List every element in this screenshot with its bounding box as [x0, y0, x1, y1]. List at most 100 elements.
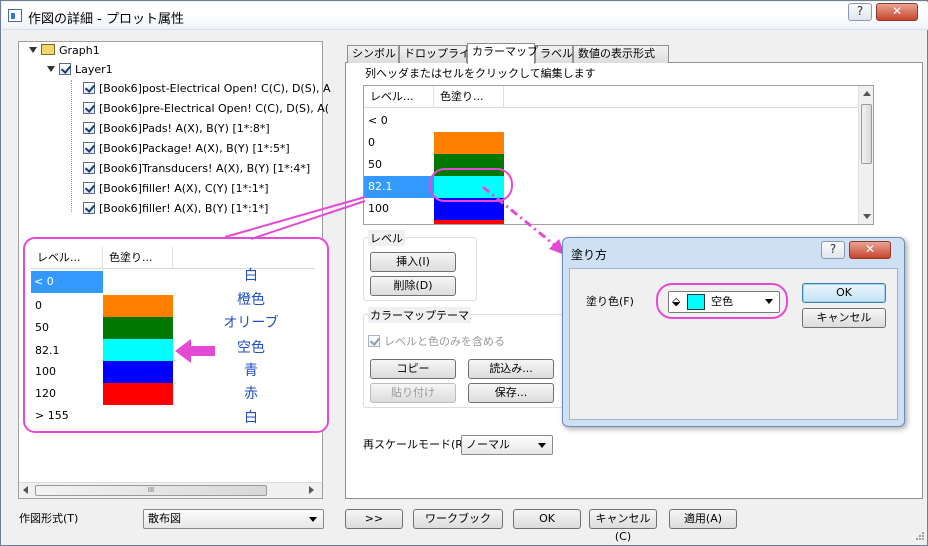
- zoom-level-cell[interactable]: 100: [31, 361, 56, 383]
- rescale-mode-select[interactable]: ノーマル: [461, 435, 553, 455]
- plot-type-label: 作図形式(T): [19, 512, 79, 525]
- fill-dialog-cancel-button[interactable]: キャンセル: [802, 308, 886, 328]
- tree-item[interactable]: [Book6]post-Electrical Open! C(C), D(S),…: [83, 82, 331, 100]
- zoom-fill-swatch-skyblue[interactable]: [103, 339, 173, 361]
- zoom-fill-swatch-orange[interactable]: [103, 295, 173, 317]
- zoom-level-cell[interactable]: > 155: [31, 405, 69, 427]
- plot-type-select[interactable]: 散布図: [143, 509, 324, 529]
- tab-label[interactable]: ラベル: [535, 45, 573, 63]
- colormap-grid: レベル... 色塗り... < 0 0 50 82.1 100: [363, 85, 874, 225]
- app-icon: [8, 9, 22, 22]
- colormap-hint: 列ヘッダまたはセルをクリックして編集します: [365, 67, 596, 80]
- scroll-up-icon[interactable]: [863, 91, 871, 96]
- colormap-theme-label: カラーマップテーマ: [368, 307, 471, 323]
- cancel-button[interactable]: キャンセル(C): [589, 509, 657, 543]
- fill-dialog-help-button[interactable]: ?: [821, 241, 845, 259]
- resize-grip-icon[interactable]: [913, 531, 925, 543]
- tree-hscroll-thumb[interactable]: III: [35, 485, 267, 496]
- fill-dialog-close-button[interactable]: ✕: [849, 241, 891, 259]
- zoom-level-cell[interactable]: 82.1: [31, 340, 60, 362]
- tree-hscrollbar[interactable]: III: [19, 482, 322, 498]
- plot-details-window: 作図の詳細 - プロット属性 ? ✕ Graph1 Layer1 [Book6]…: [0, 0, 928, 546]
- tab-symbol[interactable]: シンボル: [347, 45, 399, 63]
- zoom-fill-swatch-blue[interactable]: [103, 361, 173, 383]
- title-bar: 作図の詳細 - プロット属性 ? ✕: [2, 2, 928, 30]
- color-name-skyblue: 空色: [237, 340, 265, 356]
- zoom-fill-swatch-olive[interactable]: [103, 317, 173, 339]
- zoom-fill-swatch-red[interactable]: [103, 383, 173, 405]
- plot-checkbox[interactable]: [83, 182, 95, 194]
- zoom-level-cell[interactable]: 50: [31, 317, 49, 339]
- fill-color-select[interactable]: ⬙ 空色: [668, 291, 780, 313]
- plot-checkbox[interactable]: [83, 202, 95, 214]
- tab-number-format[interactable]: 数値の表示形式: [573, 45, 669, 63]
- scroll-right-icon[interactable]: [309, 486, 314, 494]
- help-button[interactable]: ?: [848, 3, 872, 21]
- colormap-vscroll-thumb[interactable]: [861, 104, 872, 164]
- tree-root-label: Graph1: [59, 44, 100, 57]
- colormap-grid-header: レベル... 色塗り...: [364, 86, 858, 108]
- workbook-button[interactable]: ワークブック: [413, 509, 503, 529]
- colormap-header-level[interactable]: レベル...: [364, 86, 434, 108]
- fill-dialog-ok-button[interactable]: OK: [802, 283, 886, 303]
- scroll-down-icon[interactable]: [863, 214, 871, 219]
- layer-checkbox[interactable]: [59, 63, 71, 75]
- delete-button[interactable]: 削除(D): [370, 276, 456, 296]
- dropdown-arrow-icon: [309, 517, 317, 522]
- fill-dialog-body: 塗り色(F) ⬙ 空色 OK キャンセル: [569, 268, 898, 420]
- colormap-level-cell[interactable]: 50: [364, 154, 382, 176]
- only-levels-colors-option[interactable]: レベルと色のみを含める: [368, 333, 505, 349]
- collapse-icon[interactable]: [29, 47, 37, 53]
- colormap-level-cell-selected[interactable]: 82.1: [364, 176, 434, 198]
- zoom-header-level[interactable]: レベル...: [31, 247, 103, 269]
- tree-connector: [71, 80, 72, 212]
- collapse-icon[interactable]: [47, 66, 55, 72]
- colormap-level-cell[interactable]: < 0: [364, 110, 388, 132]
- pink-arrow-icon: [175, 339, 215, 363]
- ok-button[interactable]: OK: [513, 509, 581, 529]
- color-name-orange: 橙色: [237, 292, 265, 308]
- insert-button[interactable]: 挿入(I): [370, 252, 456, 272]
- colormap-fill-orange[interactable]: [434, 132, 504, 154]
- close-button[interactable]: ✕: [876, 3, 918, 21]
- colormap-header-fill[interactable]: 色塗り...: [434, 86, 504, 108]
- colormap-level-cell[interactable]: 0: [364, 132, 375, 154]
- zoom-header-fill[interactable]: 色塗り...: [103, 247, 173, 269]
- only-levels-colors-checkbox[interactable]: [368, 335, 380, 347]
- more-button[interactable]: >>: [345, 509, 403, 529]
- zoom-level-cell[interactable]: 0: [31, 295, 42, 317]
- zoom-level-cell[interactable]: 120: [31, 383, 56, 405]
- tree-root[interactable]: Graph1: [29, 44, 100, 57]
- tree-item[interactable]: [Book6]Transducers! A(X), B(Y) [1*:4*]: [83, 162, 310, 180]
- save-button[interactable]: 保存...: [468, 383, 554, 403]
- plot-checkbox[interactable]: [83, 162, 95, 174]
- paste-button[interactable]: 貼り付け: [370, 383, 456, 403]
- plot-checkbox[interactable]: [83, 102, 95, 114]
- copy-button[interactable]: コピー: [370, 359, 456, 379]
- zoom-connector-lines: [221, 181, 367, 241]
- tree-item[interactable]: [Book6]Pads! A(X), B(Y) [1*:8*]: [83, 122, 270, 140]
- fill-color-label: 塗り色(F): [586, 295, 634, 308]
- tab-dropline[interactable]: ドロップライン: [399, 45, 481, 63]
- tree-item[interactable]: [Book6]Package! A(X), B(Y) [1*:5*]: [83, 142, 290, 160]
- plot-checkbox[interactable]: [83, 142, 95, 154]
- load-button[interactable]: 読込み...: [468, 359, 554, 379]
- tree-layer[interactable]: Layer1: [47, 63, 113, 76]
- zoom-callout: レベル... 色塗り... < 0 0 50 82.1 100 120 > 15…: [23, 237, 329, 433]
- color-name-olive: オリーブ: [223, 315, 279, 331]
- plot-checkbox[interactable]: [83, 82, 95, 94]
- plot-checkbox[interactable]: [83, 122, 95, 134]
- tree-item[interactable]: [Book6]pre-Electrical Open! C(C), D(S), …: [83, 102, 329, 120]
- folder-icon: [41, 44, 55, 55]
- colormap-vscrollbar[interactable]: [858, 86, 873, 224]
- tab-colormap[interactable]: カラーマップ: [467, 43, 538, 64]
- scroll-left-icon[interactable]: [23, 486, 28, 494]
- fill-color-swatch: [687, 294, 705, 310]
- color-name-red: 赤: [244, 386, 258, 402]
- fill-dialog-title: 塗り方: [571, 248, 608, 262]
- colormap-level-cell[interactable]: 100: [364, 198, 389, 220]
- zoom-level-cell-selected[interactable]: < 0: [31, 271, 103, 293]
- color-name-white-2: 白: [244, 410, 258, 426]
- apply-button[interactable]: 適用(A): [669, 509, 737, 529]
- level-group: レベル 挿入(I) 削除(D): [363, 230, 477, 301]
